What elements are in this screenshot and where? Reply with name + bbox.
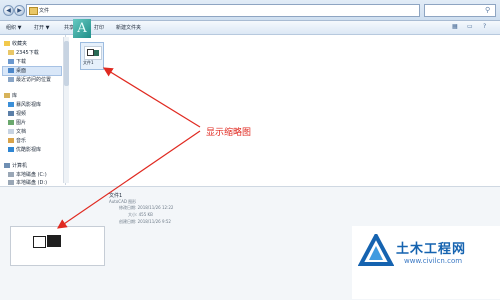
callout-arrow-to-file [102,67,201,128]
watermark-title: 土木工程网 [396,242,467,257]
watermark: 土木工程网 www.civilcn.com [352,226,500,299]
callout-label: 显示缩略图 [206,128,252,138]
civilcn-logo-icon [358,234,394,266]
watermark-url: www.civilcn.com [404,257,463,265]
callout-arrow-to-preview [57,130,201,229]
